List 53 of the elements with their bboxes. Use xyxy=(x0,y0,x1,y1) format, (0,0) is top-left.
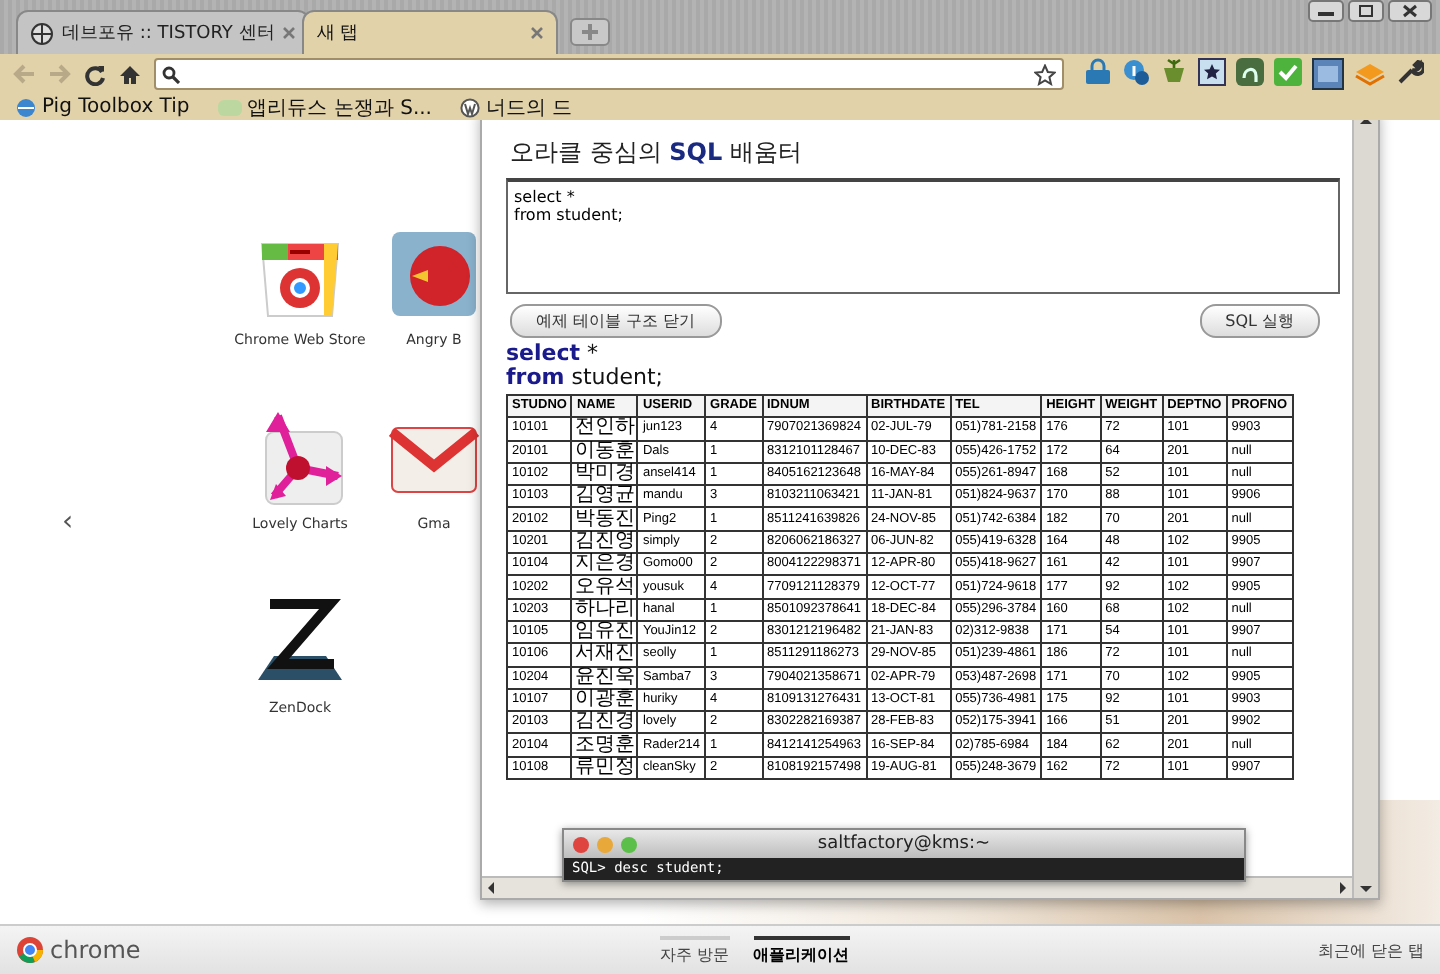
table-cell: 지은경 xyxy=(571,553,638,576)
bookmark-favicon-icon xyxy=(217,99,242,115)
section-tab[interactable]: 애플리케이션 xyxy=(753,935,850,965)
previous-page-arrow[interactable]: ‹ xyxy=(62,508,74,536)
table-cell: 박미경 xyxy=(571,462,638,486)
search-icon xyxy=(162,65,180,83)
table-cell: 김진경 xyxy=(571,711,638,734)
minimize-icon[interactable] xyxy=(1308,0,1344,22)
checkmark-icon[interactable] xyxy=(1274,58,1302,86)
table-cell: 전인하 xyxy=(571,417,638,441)
query-echo-line: select * xyxy=(506,342,601,366)
reload-icon[interactable] xyxy=(84,63,106,85)
chrome-logo-icon xyxy=(16,936,44,964)
table-cell: 오유석 xyxy=(571,575,638,599)
star-icon[interactable] xyxy=(1034,63,1056,85)
table-cell: 박동진 xyxy=(571,507,638,531)
tab-title: 새 탭 xyxy=(316,22,361,46)
brand-name: chrome xyxy=(50,936,141,964)
table-cell: 윤진욱 xyxy=(571,666,638,689)
panel-title: 오라클 중심의 SQL 배움터 xyxy=(510,136,804,170)
table-cell: 하나리 xyxy=(571,598,638,621)
close-icon[interactable] xyxy=(1388,0,1432,22)
table-cell: 임유진 xyxy=(571,620,638,644)
window-buttons-icon[interactable] xyxy=(572,835,640,853)
terminal-title: saltfactory@kms:~ xyxy=(815,834,993,854)
info-icon[interactable] xyxy=(1122,58,1150,86)
maximize-icon[interactable] xyxy=(1348,0,1384,22)
table-cell: 김영균 xyxy=(571,485,638,508)
table-cell: 서재진 xyxy=(571,643,638,667)
table-cell: 류민정 xyxy=(571,756,638,780)
plant-icon[interactable] xyxy=(1160,58,1188,86)
recently-closed-menu[interactable]: 최근에 닫은 탭 xyxy=(1317,939,1424,961)
table-cell: 조명훈 xyxy=(571,733,638,757)
query-echo-line: from student; xyxy=(506,366,665,390)
globe-icon xyxy=(30,21,54,45)
bookmark[interactable]: 너드의 드 xyxy=(459,94,573,120)
table-cell: 이광훈 xyxy=(571,688,638,712)
table-cell: 김진영 xyxy=(571,530,638,554)
vertical-scrollbar[interactable] xyxy=(1352,120,1378,898)
home-icon[interactable] xyxy=(118,63,142,85)
plus-icon xyxy=(582,24,599,40)
bookmark[interactable]: 앱리듀스 논쟁과 S... xyxy=(217,94,432,120)
table-cell: 이동훈 xyxy=(571,440,638,463)
tab-title: 데브포유 :: TISTORY 센터 xyxy=(62,22,275,46)
wrench-icon[interactable] xyxy=(1396,58,1424,86)
browser-tab[interactable]: 새 탭 xyxy=(302,10,559,54)
bookmark[interactable]: Pig Toolbox Tip xyxy=(16,96,190,118)
star-icon[interactable] xyxy=(1198,58,1226,86)
section-tab[interactable]: 자주 방문 xyxy=(660,935,730,965)
sql-input-field[interactable]: select * from student; xyxy=(506,178,1340,294)
run-sql-button[interactable]: SQL 실행 xyxy=(1199,304,1320,338)
close-schema-button[interactable]: 예제 테이블 구조 닫기 xyxy=(510,304,722,338)
padlock-icon[interactable] xyxy=(1084,58,1112,86)
